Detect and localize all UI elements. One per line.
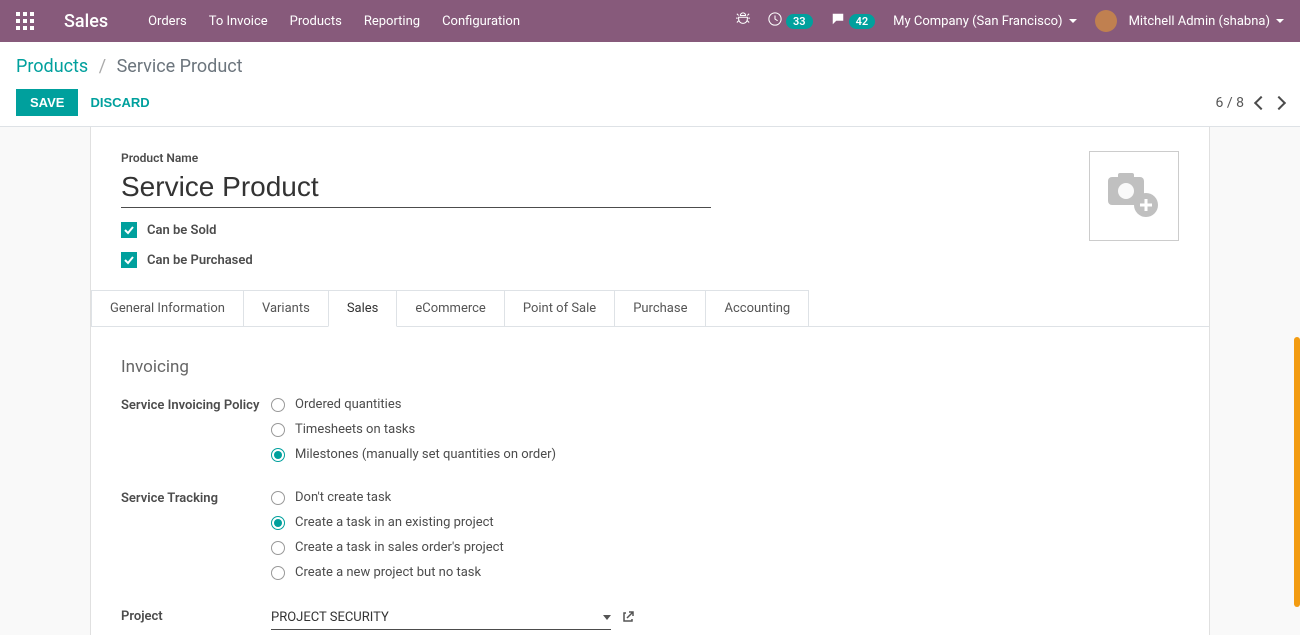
scrollbar[interactable] [1294, 337, 1300, 607]
can-be-sold-label: Can be Sold [147, 223, 217, 238]
service-tracking-field: Service Tracking Don't create task Creat… [121, 490, 1179, 590]
sales-tab-content: Invoicing Service Invoicing Policy Order… [121, 327, 1179, 630]
tab-variants[interactable]: Variants [243, 290, 329, 326]
tab-sales[interactable]: Sales [328, 290, 398, 327]
radio-icon [271, 423, 285, 437]
can-be-sold-checkbox[interactable] [121, 222, 137, 238]
caret-down-icon [603, 615, 611, 620]
messages-count: 42 [849, 14, 876, 29]
clock-icon [768, 12, 782, 30]
project-label: Project [121, 608, 271, 626]
radio-icon [271, 398, 285, 412]
activity-count: 33 [786, 14, 813, 29]
avatar [1095, 10, 1117, 32]
tab-general-information[interactable]: General Information [91, 290, 244, 326]
tab-ecommerce[interactable]: eCommerce [396, 290, 504, 326]
nav-right: 33 42 My Company (San Francisco) Mitchel… [736, 10, 1284, 32]
radio-label: Don't create task [295, 490, 391, 505]
tab-accounting[interactable]: Accounting [705, 290, 809, 326]
can-be-purchased-row: Can be Purchased [121, 252, 1179, 268]
breadcrumb-current: Service Product [117, 56, 243, 77]
tab-purchase[interactable]: Purchase [614, 290, 706, 326]
nav-products[interactable]: Products [290, 14, 342, 29]
project-value: PROJECT SECURITY [271, 610, 389, 625]
invoicing-section-title: Invoicing [121, 357, 1179, 377]
top-nav: Sales Orders To Invoice Products Reporti… [0, 0, 1300, 42]
user-menu[interactable]: Mitchell Admin (shabna) [1095, 10, 1284, 32]
pager-count: 6 / 8 [1216, 95, 1244, 111]
breadcrumb-parent[interactable]: Products [16, 56, 88, 77]
radio-icon [271, 541, 285, 555]
nav-items: Orders To Invoice Products Reporting Con… [148, 14, 520, 29]
product-name-label: Product Name [121, 151, 1179, 165]
radio-icon [271, 448, 285, 462]
form-tabs: General Information Variants Sales eComm… [91, 290, 1209, 327]
can-be-purchased-checkbox[interactable] [121, 252, 137, 268]
subheader: Products / Service Product SAVE DISCARD … [0, 42, 1300, 127]
tab-point-of-sale[interactable]: Point of Sale [504, 290, 615, 326]
tracking-option-1[interactable]: Create a task in an existing project [271, 515, 1179, 530]
tracking-option-0[interactable]: Don't create task [271, 490, 1179, 505]
service-tracking-label: Service Tracking [121, 490, 271, 508]
can-be-sold-row: Can be Sold [121, 222, 1179, 238]
radio-label: Milestones (manually set quantities on o… [295, 447, 556, 462]
nav-reporting[interactable]: Reporting [364, 14, 420, 29]
product-image-placeholder[interactable] [1089, 151, 1179, 241]
radio-label: Create a task in sales order's project [295, 540, 504, 555]
pager: 6 / 8 [1216, 95, 1284, 111]
invoicing-policy-option-0[interactable]: Ordered quantities [271, 397, 1179, 412]
chat-icon [831, 12, 845, 30]
breadcrumb-separator: / [99, 56, 106, 77]
caret-down-icon [1276, 19, 1284, 23]
apps-icon[interactable] [16, 12, 34, 30]
tracking-option-2[interactable]: Create a task in sales order's project [271, 540, 1179, 555]
breadcrumb: Products / Service Product [16, 56, 1284, 77]
caret-down-icon [1069, 19, 1077, 23]
user-name: Mitchell Admin (shabna) [1129, 14, 1270, 29]
nav-orders[interactable]: Orders [148, 14, 187, 29]
radio-label: Ordered quantities [295, 397, 401, 412]
invoicing-policy-option-2[interactable]: Milestones (manually set quantities on o… [271, 447, 1179, 462]
project-field: Project PROJECT SECURITY [121, 608, 1179, 630]
form-wrap: Product Name Can be Sold Can be Purchase… [0, 127, 1300, 635]
radio-label: Create a new project but no task [295, 565, 481, 580]
can-be-purchased-label: Can be Purchased [147, 253, 253, 268]
discard-button[interactable]: DISCARD [90, 95, 149, 110]
invoicing-policy-field: Service Invoicing Policy Ordered quantit… [121, 397, 1179, 472]
invoicing-policy-label: Service Invoicing Policy [121, 397, 271, 415]
project-select[interactable]: PROJECT SECURITY [271, 608, 611, 630]
radio-icon [271, 491, 285, 505]
save-button[interactable]: SAVE [16, 89, 78, 116]
radio-label: Timesheets on tasks [295, 422, 415, 437]
pager-prev[interactable] [1254, 95, 1268, 109]
nav-brand[interactable]: Sales [64, 11, 108, 32]
invoicing-policy-option-1[interactable]: Timesheets on tasks [271, 422, 1179, 437]
nav-to-invoice[interactable]: To Invoice [209, 14, 268, 29]
company-name: My Company (San Francisco) [893, 14, 1062, 29]
pager-next[interactable] [1272, 95, 1286, 109]
tracking-option-3[interactable]: Create a new project but no task [271, 565, 1179, 580]
bug-icon[interactable] [736, 12, 750, 30]
radio-label: Create a task in an existing project [295, 515, 494, 530]
activity-badge[interactable]: 33 [768, 12, 813, 30]
radio-icon [271, 516, 285, 530]
product-name-input[interactable] [121, 169, 711, 208]
form-sheet: Product Name Can be Sold Can be Purchase… [90, 127, 1210, 635]
radio-icon [271, 566, 285, 580]
nav-configuration[interactable]: Configuration [442, 14, 520, 29]
external-link-icon[interactable] [621, 610, 635, 628]
actions-row: SAVE DISCARD 6 / 8 [16, 89, 1284, 116]
messages-badge[interactable]: 42 [831, 12, 876, 30]
company-switcher[interactable]: My Company (San Francisco) [893, 14, 1076, 29]
